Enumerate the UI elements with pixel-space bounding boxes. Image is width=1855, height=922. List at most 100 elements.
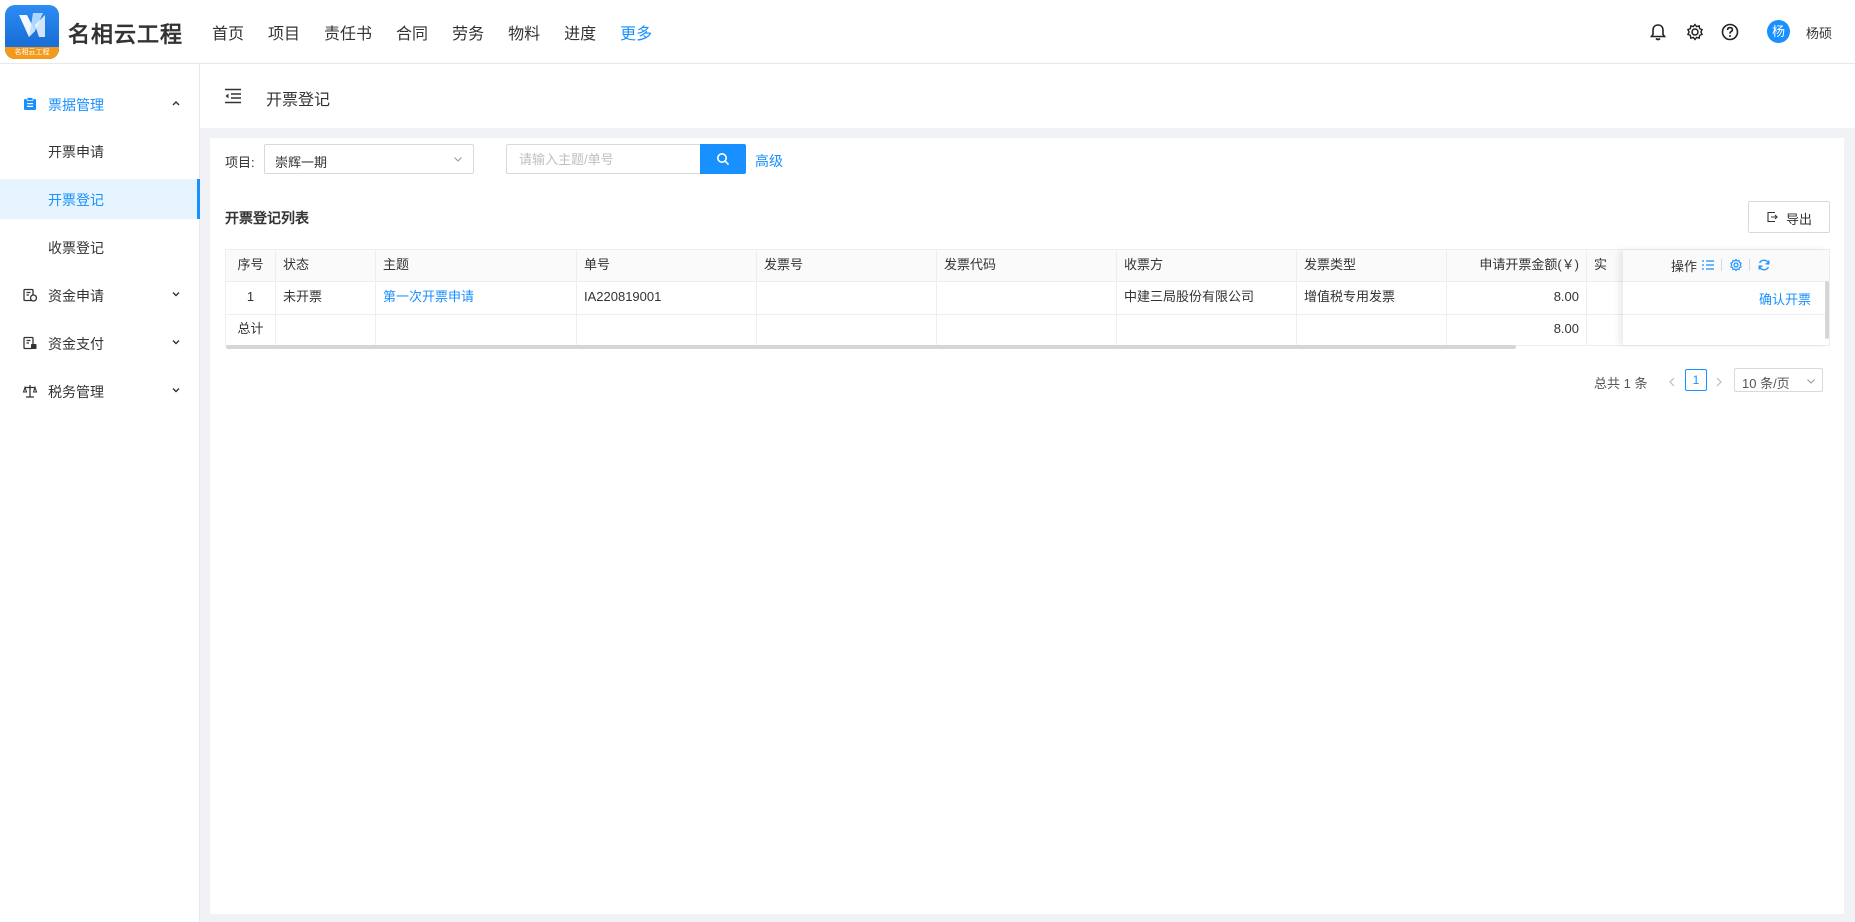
column-header-subject: 主题 [376,250,577,281]
ops-header: 操作 [1623,250,1829,282]
ops-header-label: 操作 [1671,259,1698,274]
search-icon [717,153,730,166]
refresh-icon[interactable] [1757,258,1771,272]
table-header-row: 序号 状态 主题 单号 发票号 发票代码 收票方 发票类型 申请开票金额(￥) … [226,250,1829,282]
nav-item-home[interactable]: 首页 [212,20,244,44]
column-header-invoice-no: 发票号 [757,250,937,281]
sidebar-group-label: 票据管理 [48,97,104,113]
fund-apply-icon [23,288,38,302]
help-icon[interactable] [1720,22,1740,42]
sidebar-item-label: 收票登记 [48,240,104,256]
cell-status: 未开票 [276,281,376,314]
pagination-page-current[interactable]: 1 [1685,369,1707,391]
app-name: 名相云工程 [68,22,184,47]
cell-index: 1 [226,281,276,314]
settings-icon[interactable] [1729,258,1743,272]
total-cell [276,314,376,345]
menu-collapse-icon[interactable] [224,87,242,105]
list-title: 开票登记列表 [225,210,309,226]
column-header-invoice-code: 发票代码 [937,250,1117,281]
sidebar-item-invoice-receive[interactable]: 收票登记 [0,227,200,267]
project-select[interactable]: 崇辉一期 [264,144,474,174]
ops-divider [1749,259,1750,271]
column-header-amount: 申请开票金额(￥) [1447,250,1587,281]
cell-number: IA220819001 [577,281,757,314]
sidebar-group-label: 税务管理 [48,384,104,400]
sidebar-item-label: 开票申请 [48,144,104,160]
export-label: 导出 [1786,212,1813,227]
nav-item-more[interactable]: 更多 [620,20,652,44]
cell-invoice-code [937,281,1117,314]
search-input[interactable] [506,144,701,174]
app-logo[interactable]: 名相云工程 [5,5,59,59]
chevron-up-icon [172,101,180,106]
total-cell [1117,314,1297,345]
page-title: 开票登记 [266,92,331,109]
vertical-scrollbar[interactable] [1825,281,1829,339]
column-list-icon[interactable] [1701,258,1715,272]
ops-divider [1721,259,1722,271]
chevron-right-icon[interactable] [1714,375,1724,389]
chevron-left-icon[interactable] [1667,375,1677,389]
advanced-search-link[interactable]: 高级 [755,151,783,171]
column-header-invoice-type: 发票类型 [1297,250,1447,281]
nav-item-project[interactable]: 项目 [268,20,300,44]
ops-column: 操作 确认开票 [1623,250,1829,345]
ops-row: 确认开票 [1623,281,1829,315]
chevron-down-icon [172,388,180,393]
sidebar-group-invoice[interactable]: 票据管理 [0,82,200,126]
cell-amount: 8.00 [1447,281,1587,314]
horizontal-scrollbar[interactable] [226,345,1516,349]
bell-icon[interactable] [1648,22,1668,42]
total-cell [1297,314,1447,345]
breadcrumb: 开票登记 [200,64,1855,128]
chevron-down-icon [172,292,180,297]
page-size-value: 10 条/页 [1742,376,1790,391]
nav-item-labor[interactable]: 劳务 [452,20,484,44]
sidebar-group-fund-pay[interactable]: 资金支付 [0,321,200,365]
column-header-receiver: 收票方 [1117,250,1297,281]
total-cell [757,314,937,345]
tax-scale-icon [22,385,38,398]
column-header-index: 序号 [226,250,276,281]
export-button[interactable]: 导出 [1748,201,1830,233]
page-size-select[interactable]: 10 条/页 [1734,368,1823,392]
sidebar-item-invoice-apply[interactable]: 开票申请 [0,131,200,171]
nav-item-contract[interactable]: 合同 [396,20,428,44]
username[interactable]: 杨硕 [1806,23,1832,42]
sidebar-item-invoice-register[interactable]: 开票登记 [0,179,200,219]
total-cell [376,314,577,345]
chevron-down-icon [172,340,180,345]
total-amount: 8.00 [1447,314,1587,345]
cell-invoice-no [757,281,937,314]
chevron-down-icon [454,157,462,162]
cell-invoice-type: 增值税专用发票 [1297,281,1447,314]
table-row[interactable]: 1 未开票 第一次开票申请 IA220819001 中建三局股份有限公司 增值税… [226,281,1829,315]
cell-subject-link[interactable]: 第一次开票申请 [376,281,577,314]
sidebar-group-label: 资金支付 [48,336,104,352]
chevron-down-icon [1807,379,1815,384]
column-header-number: 单号 [577,250,757,281]
sidebar-group-label: 资金申请 [48,288,104,304]
project-filter-label: 项目: [225,155,255,170]
sidebar: 票据管理 开票申请 开票登记 收票登记 资金申请 资金支付 税务管理 [0,64,200,922]
nav-item-progress[interactable]: 进度 [564,20,596,44]
nav-item-material[interactable]: 物料 [508,20,540,44]
export-icon [1767,211,1778,223]
project-select-value: 崇辉一期 [275,155,328,170]
main-nav: 首页 项目 责任书 合同 劳务 物料 进度 更多 [212,20,676,44]
nav-item-responsibility[interactable]: 责任书 [324,20,372,44]
total-cell [937,314,1117,345]
table-total-row: 总计 8.00 [226,314,1829,345]
search-button[interactable] [700,144,746,174]
logo-mark-icon [19,13,45,37]
main-content: 项目: 崇辉一期 高级 开票登记列表 导出 序号 状态 主题 单号 发票号 发票… [210,138,1844,914]
column-header-status: 状态 [276,250,376,281]
gear-icon[interactable] [1685,22,1705,42]
confirm-invoice-link[interactable]: 确认开票 [1759,289,1811,308]
cell-receiver: 中建三局股份有限公司 [1117,281,1297,314]
sidebar-group-fund-apply[interactable]: 资金申请 [0,273,200,317]
avatar[interactable]: 杨 [1767,20,1790,43]
sidebar-group-tax[interactable]: 税务管理 [0,369,200,413]
pagination-total: 总共 1 条 [1594,376,1648,391]
